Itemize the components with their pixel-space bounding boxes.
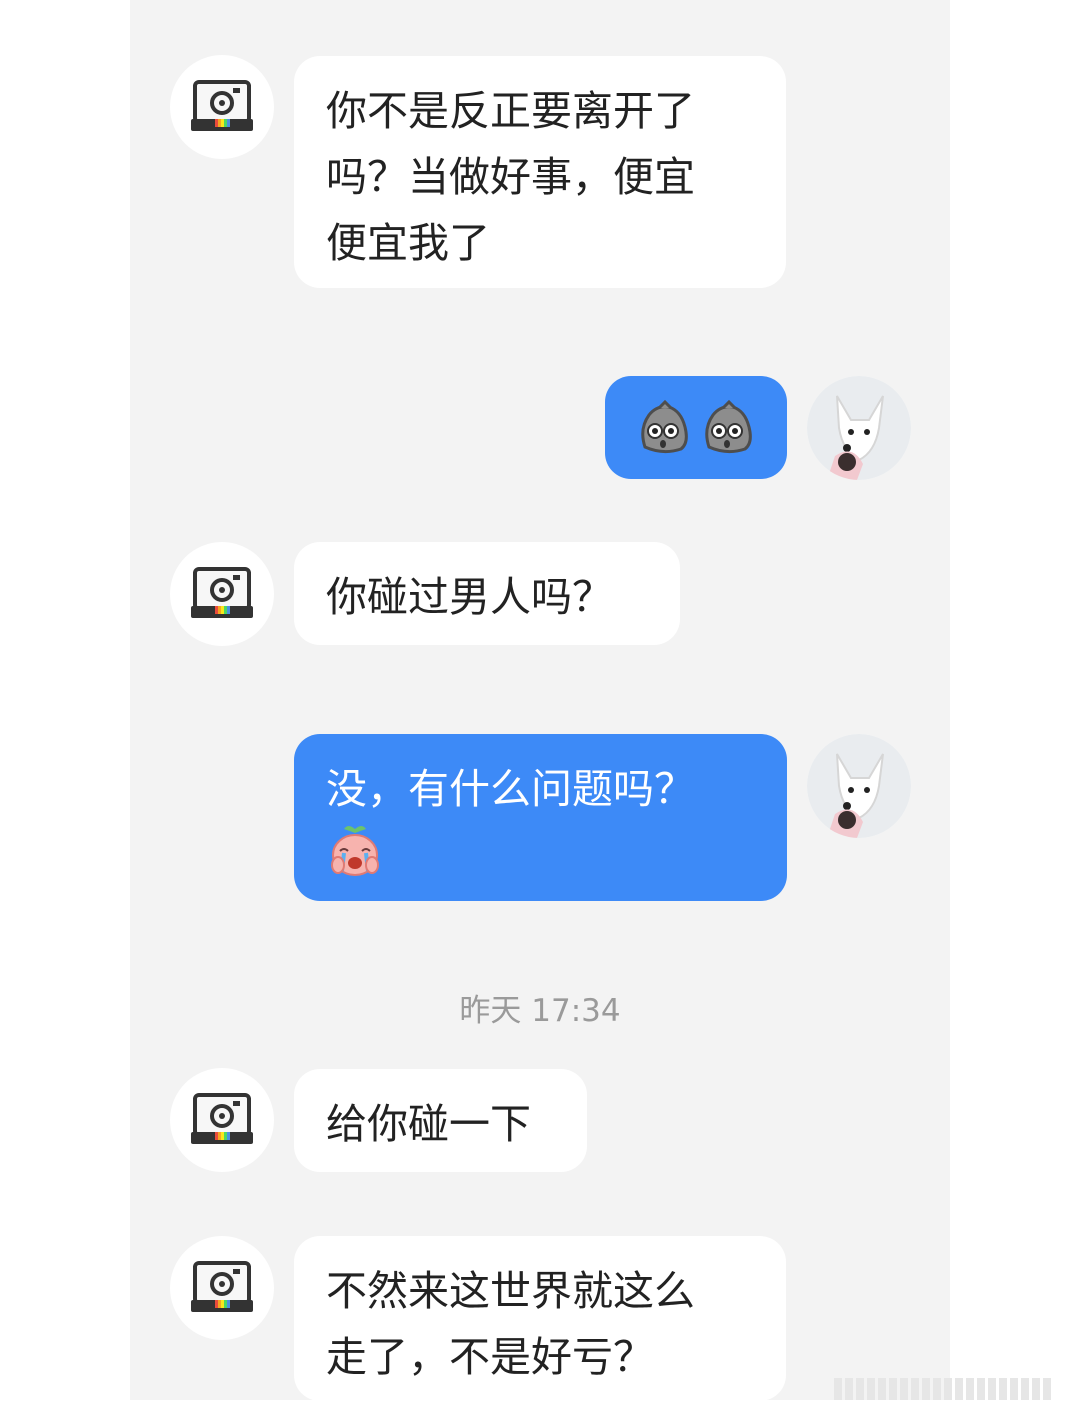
contact-avatar[interactable] xyxy=(170,1068,274,1172)
message-bubble-received[interactable]: 你不是反正要离开了 吗？当做好事，便宜 便宜我了 xyxy=(294,56,786,288)
contact-avatar[interactable] xyxy=(170,1236,274,1340)
shocked-rock-emoji xyxy=(641,399,688,454)
camera-icon xyxy=(191,567,253,618)
message-bubble-received[interactable]: 你碰过男人吗？ xyxy=(294,542,680,645)
camera-icon xyxy=(191,80,253,131)
message-text: 没，有什么问题吗？ xyxy=(326,765,695,813)
camera-icon xyxy=(191,1261,253,1312)
camera-icon xyxy=(191,1093,253,1144)
white-dog-avatar xyxy=(807,734,911,838)
message-bubble-received[interactable]: 不然来这世界就这么 走了，不是好亏？ xyxy=(294,1236,786,1401)
message-bubble-received[interactable]: 给你碰一下 xyxy=(294,1069,587,1172)
white-dog-avatar xyxy=(807,376,911,480)
my-avatar[interactable] xyxy=(807,734,911,838)
shocked-rock-emoji xyxy=(705,399,752,454)
contact-avatar[interactable] xyxy=(170,542,274,646)
contact-avatar[interactable] xyxy=(170,55,274,159)
crying-peach-emoji xyxy=(331,826,379,876)
watermark-bars xyxy=(834,1378,1051,1400)
message-bubble-sent[interactable]: 没，有什么问题吗？ xyxy=(294,734,787,901)
message-timestamp: 昨天 17:34 xyxy=(459,993,621,1029)
message-bubble-sent[interactable] xyxy=(605,376,787,479)
my-avatar[interactable] xyxy=(807,376,911,480)
